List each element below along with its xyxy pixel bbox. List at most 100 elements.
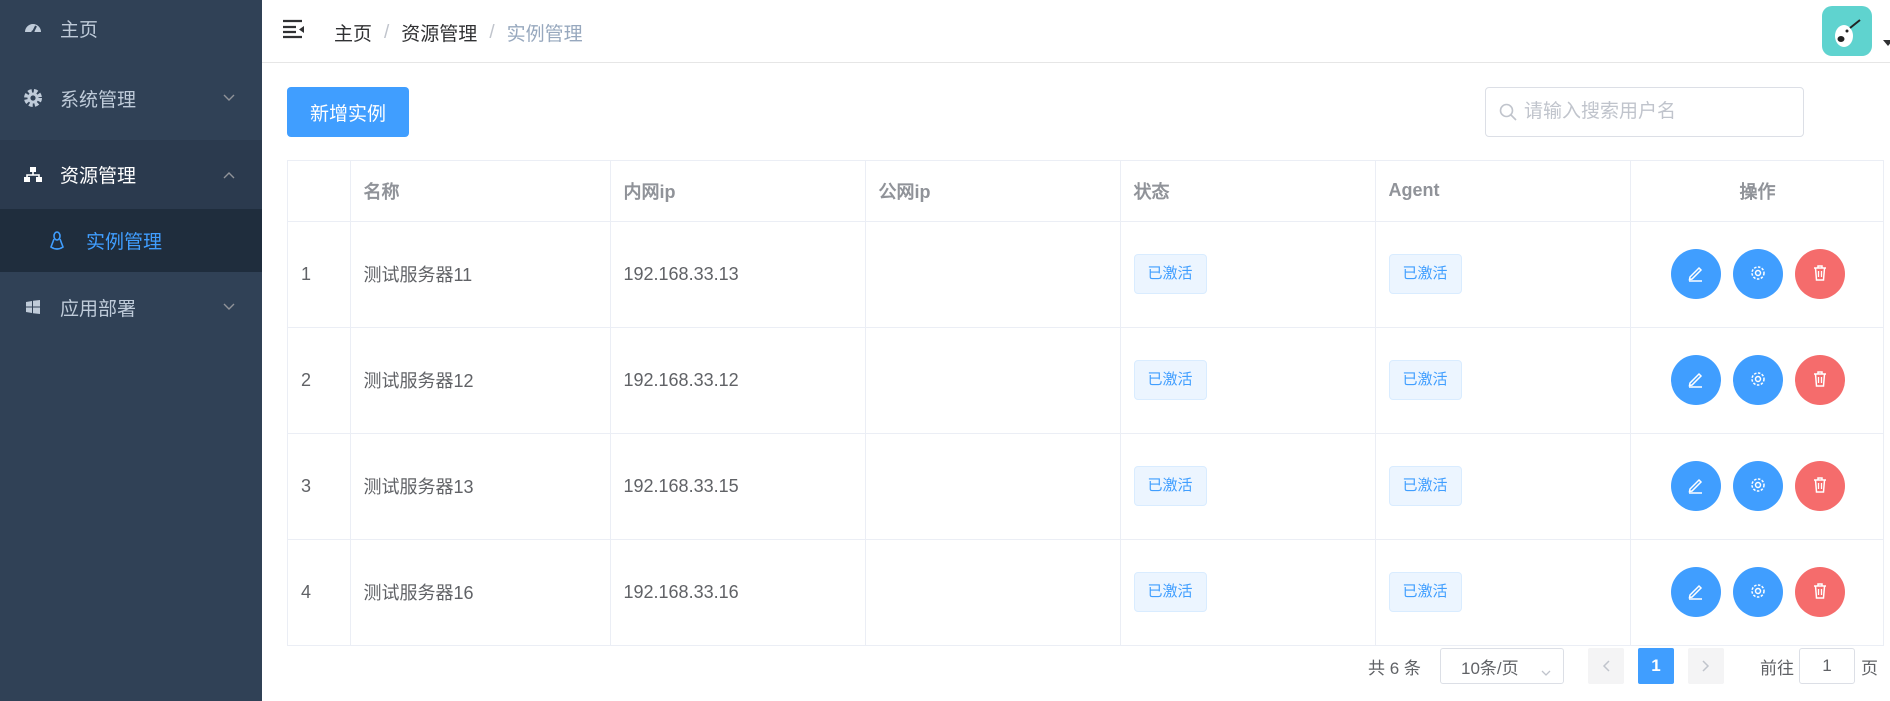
search-field[interactable]	[1485, 87, 1804, 137]
page-size-value: 10条/页	[1461, 658, 1519, 678]
gear-icon	[1748, 475, 1768, 498]
cell-private-ip: 192.168.33.16	[610, 539, 866, 645]
table-row: 1 测试服务器11 192.168.33.13 已激活 已激活	[288, 221, 1883, 328]
goto-unit: 页	[1861, 658, 1878, 678]
add-instance-button[interactable]: 新增实例	[287, 87, 409, 137]
table-row: 4 测试服务器16 192.168.33.16 已激活 已激活	[288, 539, 1883, 645]
cell-private-ip: 192.168.33.13	[610, 221, 866, 328]
sidebar-item-label: 系统管理	[60, 89, 137, 111]
cell-actions	[1630, 327, 1883, 434]
cell-actions	[1630, 539, 1883, 645]
trash-icon	[1810, 263, 1830, 286]
gear-icon	[22, 87, 44, 109]
breadcrumb: 主页 / 资源管理 / 实例管理	[334, 19, 583, 46]
column-header-agent: Agent	[1375, 161, 1631, 222]
network-icon	[22, 164, 44, 186]
gear-icon	[1748, 581, 1768, 604]
chevron-down-icon	[222, 91, 236, 105]
settings-button[interactable]	[1732, 249, 1783, 299]
sidebar: 主页 系统管理 资源管理 实例管理 应用部署	[0, 0, 262, 701]
column-header-status: 状态	[1120, 161, 1376, 222]
delete-button[interactable]	[1794, 461, 1845, 511]
row-actions	[1644, 249, 1872, 299]
page-number-button[interactable]: 1	[1638, 648, 1674, 684]
cell-status: 已激活	[1120, 221, 1376, 328]
caret-down-icon[interactable]	[1883, 40, 1890, 46]
sidebar-item-home[interactable]: 主页	[0, 0, 262, 56]
cell-name: 测试服务器13	[350, 433, 611, 540]
dashboard-icon	[22, 17, 44, 39]
sidebar-item-instances[interactable]: 实例管理	[0, 209, 262, 272]
edit-icon	[1686, 581, 1706, 604]
cell-status: 已激活	[1120, 539, 1376, 645]
breadcrumb-item-home[interactable]: 主页	[334, 19, 372, 46]
sidebar-item-system[interactable]: 系统管理	[0, 56, 262, 140]
sidebar-item-resources[interactable]: 资源管理	[0, 140, 262, 209]
page-size-select[interactable]: 10条/页	[1440, 648, 1564, 684]
hamburger-icon[interactable]	[282, 18, 306, 40]
breadcrumb-separator: /	[489, 21, 495, 43]
agent-badge: 已激活	[1388, 254, 1462, 294]
status-badge: 已激活	[1133, 572, 1207, 612]
next-page-button[interactable]	[1688, 648, 1724, 684]
chevron-down-icon	[222, 300, 236, 314]
agent-badge: 已激活	[1388, 360, 1462, 400]
goto-page-input[interactable]	[1799, 648, 1855, 684]
cell-public-ip	[865, 433, 1121, 540]
windows-icon	[22, 296, 44, 318]
agent-badge: 已激活	[1388, 572, 1462, 612]
column-header-actions: 操作	[1630, 161, 1883, 222]
delete-button[interactable]	[1794, 355, 1845, 405]
cell-index: 2	[288, 327, 351, 434]
edit-button[interactable]	[1670, 567, 1721, 617]
sidebar-item-deploy[interactable]: 应用部署	[0, 272, 262, 342]
column-header-index	[288, 161, 351, 222]
settings-button[interactable]	[1732, 461, 1783, 511]
navbar: 主页 / 资源管理 / 实例管理	[262, 0, 1890, 63]
goto-label: 前往	[1760, 658, 1794, 678]
edit-button[interactable]	[1670, 461, 1721, 511]
row-actions	[1644, 567, 1872, 617]
pagination-total: 共 6 条	[1368, 658, 1421, 678]
status-badge: 已激活	[1133, 360, 1207, 400]
cell-public-ip	[865, 221, 1121, 328]
edit-button[interactable]	[1670, 355, 1721, 405]
cell-agent: 已激活	[1375, 433, 1631, 540]
delete-button[interactable]	[1794, 249, 1845, 299]
cell-agent: 已激活	[1375, 327, 1631, 434]
cell-status: 已激活	[1120, 433, 1376, 540]
settings-button[interactable]	[1732, 567, 1783, 617]
edit-button[interactable]	[1670, 249, 1721, 299]
delete-button[interactable]	[1794, 567, 1845, 617]
column-header-public-ip: 公网ip	[865, 161, 1121, 222]
status-badge: 已激活	[1133, 466, 1207, 506]
row-actions	[1644, 461, 1872, 511]
cell-private-ip: 192.168.33.15	[610, 433, 866, 540]
breadcrumb-item-resources[interactable]: 资源管理	[401, 19, 477, 46]
search-input[interactable]	[1524, 88, 1794, 136]
sidebar-item-label: 应用部署	[60, 298, 137, 320]
cell-public-ip	[865, 327, 1121, 434]
sidebar-item-label: 实例管理	[86, 232, 163, 253]
trash-icon	[1810, 581, 1830, 604]
cell-name: 测试服务器11	[350, 221, 611, 328]
cell-index: 1	[288, 221, 351, 328]
gear-icon	[1748, 263, 1768, 286]
search-icon	[1498, 102, 1518, 122]
gear-icon	[1748, 369, 1768, 392]
table-row: 3 测试服务器13 192.168.33.15 已激活 已激活	[288, 433, 1883, 540]
settings-button[interactable]	[1732, 355, 1783, 405]
table-row: 2 测试服务器12 192.168.33.12 已激活 已激活	[288, 327, 1883, 434]
table-header-row: 名称 内网ip 公网ip 状态 Agent 操作	[288, 161, 1883, 222]
cell-agent: 已激活	[1375, 539, 1631, 645]
trash-icon	[1810, 475, 1830, 498]
trash-icon	[1810, 369, 1830, 392]
cell-index: 3	[288, 433, 351, 540]
avatar[interactable]	[1822, 6, 1872, 56]
chevron-up-icon	[222, 168, 236, 182]
linux-icon	[46, 230, 68, 252]
prev-page-button[interactable]	[1588, 648, 1624, 684]
column-header-name: 名称	[350, 161, 611, 222]
cell-actions	[1630, 221, 1883, 328]
cell-index: 4	[288, 539, 351, 645]
